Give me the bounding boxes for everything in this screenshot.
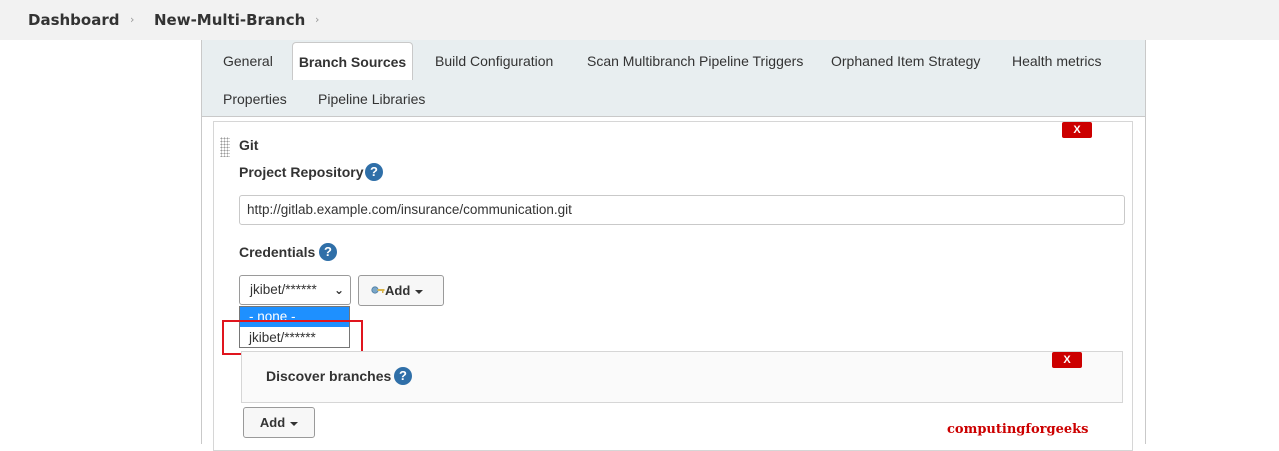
chevron-down-icon: ⌄ [333, 283, 344, 297]
tab-properties[interactable]: Properties [223, 91, 287, 107]
key-icon [371, 276, 385, 305]
add-behaviour-label: Add [259, 415, 286, 430]
credentials-selected-value: jkibet/****** [250, 282, 317, 297]
tab-pipeline-libraries[interactable]: Pipeline Libraries [318, 91, 425, 107]
tab-health-metrics[interactable]: Health metrics [1012, 53, 1101, 69]
help-icon[interactable]: ? [365, 163, 383, 181]
credentials-select[interactable]: jkibet/****** ⌄ [239, 275, 351, 305]
discover-branches-label: Discover branches [266, 368, 392, 384]
tab-orphaned-item-strategy[interactable]: Orphaned Item Strategy [831, 53, 980, 69]
delete-source-button[interactable]: X [1062, 122, 1092, 138]
project-repository-label: Project Repository [239, 164, 364, 180]
add-credentials-label: Add [385, 283, 411, 298]
git-section-title: Git [239, 137, 259, 153]
breadcrumb-chevron-icon: › [130, 13, 135, 26]
project-repository-input[interactable]: http://gitlab.example.com/insurance/comm… [239, 195, 1125, 225]
tab-general[interactable]: General [223, 53, 273, 69]
watermark-text: computingforgeeks [947, 422, 1089, 437]
tab-scan-triggers[interactable]: Scan Multibranch Pipeline Triggers [587, 53, 803, 69]
breadcrumb-chevron-icon[interactable]: › [315, 13, 319, 26]
breadcrumb-job[interactable]: New-Multi-Branch [154, 11, 305, 29]
breadcrumb: Dashboard › New-Multi-Branch › [0, 0, 1279, 40]
tab-branch-sources[interactable]: Branch Sources [292, 42, 413, 80]
help-icon[interactable]: ? [319, 243, 337, 261]
add-behaviour-button[interactable]: Add [243, 407, 315, 438]
delete-behaviour-button[interactable]: X [1052, 352, 1082, 368]
caret-down-icon [415, 289, 424, 294]
caret-down-icon [290, 421, 299, 426]
add-credentials-button[interactable]: Add [358, 275, 444, 306]
annotation-highlight-box [222, 320, 363, 355]
tab-build-configuration[interactable]: Build Configuration [435, 53, 553, 69]
credentials-label: Credentials [239, 244, 316, 260]
breadcrumb-dashboard[interactable]: Dashboard [28, 11, 119, 29]
help-icon[interactable]: ? [394, 367, 412, 385]
drag-handle-icon[interactable] [220, 137, 230, 157]
